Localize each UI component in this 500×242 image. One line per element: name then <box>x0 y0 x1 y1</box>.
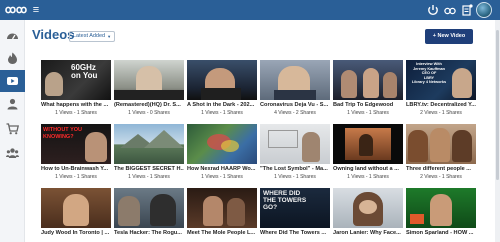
video-thumbnail[interactable] <box>333 188 403 228</box>
video-stats: 1 Views - 1 Shares <box>347 174 389 180</box>
sidebar-item-shop[interactable] <box>0 118 25 140</box>
dashboard-icon <box>7 33 18 40</box>
video-title[interactable]: Judy Wood In Toronto | ... <box>41 230 111 237</box>
video-title[interactable]: How Nexrad HAARP Wo... <box>187 166 257 173</box>
sidebar-item-trending[interactable] <box>0 47 25 69</box>
video-thumbnail[interactable] <box>333 124 403 164</box>
sidebar-item-groups[interactable] <box>0 142 25 164</box>
video-thumbnail[interactable]: Interview With Jeremy Kauffman CEO OF LB… <box>406 60 476 100</box>
fire-icon <box>8 52 17 64</box>
thumb-text: WHERE DID THE TOWERS GO? <box>263 190 307 212</box>
sidebar-item-dashboard[interactable] <box>0 24 25 46</box>
video-title[interactable]: Tesla Hacker: The Rogu... <box>114 230 184 237</box>
video-stats: 2 Views - 1 Shares <box>420 174 462 180</box>
sidebar-item-profile[interactable] <box>0 93 25 115</box>
sidebar-item-videos[interactable] <box>0 70 25 92</box>
video-thumbnail[interactable] <box>41 188 111 228</box>
top-navbar: ≡ <box>0 0 500 20</box>
user-avatar[interactable] <box>476 2 492 18</box>
video-title[interactable]: LBRY.tv: Decentralized Y... <box>406 102 476 109</box>
video-title[interactable]: How to Un-Brainwash Y... <box>41 166 111 173</box>
video-thumbnail[interactable] <box>114 60 184 100</box>
thumb-text: WITHOUT YOU KNOWING? <box>43 127 83 140</box>
user-icon <box>7 98 18 110</box>
sort-dropdown[interactable]: Latest Added ▼ <box>69 31 116 42</box>
video-title[interactable]: The BIGGEST SECRET H... <box>114 166 184 173</box>
video-stats: 1 Views - 1 Shares <box>274 174 316 180</box>
search-icon[interactable] <box>443 3 457 17</box>
video-stats: 2 Views - 1 Shares <box>420 110 462 116</box>
video-stats: 1 Views - 1 Shares <box>201 110 243 116</box>
video-stats: 1 Views - 1 Shares <box>347 110 389 116</box>
video-stats: 4 Views - 2 Shares <box>274 110 316 116</box>
video-title[interactable]: Simon Sparland - HOW ... <box>406 230 476 237</box>
new-video-button[interactable]: + New Video <box>425 29 473 44</box>
video-icon <box>7 77 18 85</box>
video-thumbnail[interactable] <box>406 188 476 228</box>
video-thumbnail[interactable] <box>333 60 403 100</box>
video-thumbnail[interactable] <box>114 124 184 164</box>
thumb-text: 60GHz on You <box>71 63 98 80</box>
video-title[interactable]: Bad Trip To Edgewood <box>333 102 403 109</box>
video-title[interactable]: Jaron Lanier: Why Face... <box>333 230 403 237</box>
chevron-down-icon: ▼ <box>107 34 112 39</box>
video-title[interactable]: What happens with the ... <box>41 102 111 109</box>
video-stats: 1 Views - 1 Shares <box>55 110 97 116</box>
video-title[interactable]: Three different people ... <box>406 166 476 173</box>
video-thumbnail[interactable] <box>187 188 257 228</box>
video-stats: 1 Views - 0 Shares <box>128 110 170 116</box>
cart-icon <box>6 123 19 135</box>
video-title[interactable]: Coronavirus Deja Vu - S... <box>260 102 330 109</box>
scrollbar-thumb[interactable] <box>496 30 499 180</box>
sort-label: Latest Added <box>73 33 106 39</box>
video-title[interactable]: "The Lost Symbol" - Ma... <box>260 166 330 173</box>
infinity-logo-icon[interactable] <box>5 4 27 16</box>
video-thumbnail[interactable] <box>260 60 330 100</box>
notification-icon[interactable] <box>460 3 474 17</box>
video-title[interactable]: (Remastered)(HQ) Dr. S... <box>114 102 184 109</box>
sidebar <box>0 20 25 242</box>
video-thumbnail[interactable]: WITHOUT YOU KNOWING? <box>41 124 111 164</box>
video-title[interactable]: Owning land without a ... <box>333 166 403 173</box>
video-stats: 1 Views - 1 Shares <box>201 174 243 180</box>
power-icon[interactable] <box>426 3 440 17</box>
video-thumbnail[interactable]: 60GHz on You <box>41 60 111 100</box>
video-title[interactable]: A Shot in the Dark - 202... <box>187 102 257 109</box>
thumb-text: Interview With Jeremy Kauffman CEO OF LB… <box>411 62 447 85</box>
video-title[interactable]: Meet The Mole People L... <box>187 230 257 237</box>
video-thumbnail[interactable] <box>406 124 476 164</box>
video-thumbnail[interactable] <box>114 188 184 228</box>
hamburger-menu-icon[interactable]: ≡ <box>30 3 42 17</box>
scrollbar[interactable] <box>495 20 500 242</box>
video-thumbnail[interactable]: WHERE DID THE TOWERS GO? <box>260 188 330 228</box>
video-thumbnail[interactable] <box>187 124 257 164</box>
video-thumbnail[interactable] <box>260 124 330 164</box>
video-stats: 1 Views - 1 Shares <box>128 174 170 180</box>
video-thumbnail[interactable] <box>187 60 257 100</box>
video-stats: 1 Views - 1 Shares <box>55 174 97 180</box>
group-icon <box>6 148 19 158</box>
video-title[interactable]: Where Did The Towers ... <box>260 230 330 237</box>
